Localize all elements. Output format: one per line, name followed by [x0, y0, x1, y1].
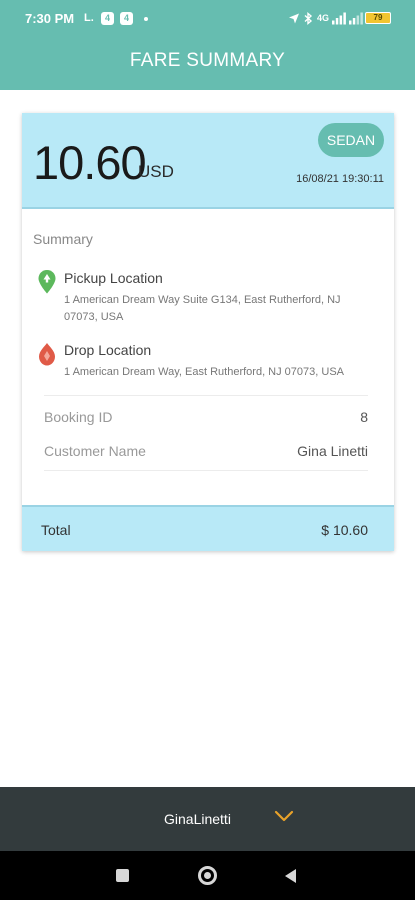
customer-name-row: Customer Name Gina Linetti — [44, 443, 368, 467]
fare-summary-card: 10.60 USD SEDAN 16/08/21 19:30:11 Summar… — [22, 113, 394, 551]
status-time: 7:30 PM — [25, 11, 75, 26]
signal-strength-icon — [332, 12, 346, 25]
system-navigation-bar — [0, 851, 415, 900]
pickup-address: 1 American Dream Way Suite G134, East Ru… — [64, 294, 341, 323]
booking-id-row: Booking ID 8 — [44, 409, 368, 433]
battery-icon: 79 — [365, 12, 391, 24]
status-bar: 7:30 PM L. 4 4 4G 79 — [0, 0, 415, 38]
user-name: GinaLinetti — [164, 811, 231, 827]
summary-heading: Summary — [33, 231, 93, 247]
trip-datetime: 16/08/21 19:30:11 — [296, 173, 384, 185]
location-arrow-icon — [289, 13, 299, 24]
drop-location-title: Drop Location — [64, 342, 152, 358]
signal-strength-icon — [349, 12, 363, 25]
bluetooth-icon — [304, 12, 313, 25]
chevron-down-icon[interactable] — [274, 809, 294, 823]
notification-icon: L. — [84, 12, 94, 24]
customer-name-value: Gina Linetti — [297, 443, 368, 459]
drop-pin-icon — [39, 343, 55, 366]
booking-id-value: 8 — [360, 409, 368, 425]
back-button[interactable] — [285, 869, 296, 883]
page-title: FARE SUMMARY — [129, 50, 286, 71]
drop-location: Drop Location 1 American Dream Way, East… — [38, 342, 388, 382]
more-notifications-dot-icon — [144, 17, 148, 21]
divider — [44, 470, 368, 471]
app-header: 7:30 PM L. 4 4 4G 79 FARE SUMMARY — [0, 0, 415, 90]
network-type-icon: 4G — [317, 13, 330, 23]
divider — [44, 395, 368, 396]
notification-icon: 4 — [120, 12, 133, 25]
drop-address: 1 American Dream Way, East Rutherford, N… — [64, 366, 345, 378]
total-value: $ 10.60 — [321, 522, 368, 538]
fare-amount: 10.60 — [33, 136, 147, 189]
car-type-badge: SEDAN — [318, 123, 384, 157]
pickup-location: Pickup Location 1 American Dream Way Sui… — [38, 270, 388, 330]
fare-header: 10.60 USD SEDAN 16/08/21 19:30:11 — [22, 113, 394, 209]
customer-name-label: Customer Name — [44, 443, 146, 459]
pickup-location-title: Pickup Location — [64, 270, 163, 286]
home-button[interactable] — [198, 866, 217, 885]
recent-apps-button[interactable] — [116, 869, 129, 882]
pickup-pin-icon — [38, 270, 56, 294]
fare-currency: USD — [138, 162, 174, 181]
user-bar[interactable]: GinaLinetti — [0, 787, 415, 851]
notification-icon: 4 — [101, 12, 114, 25]
booking-id-label: Booking ID — [44, 409, 113, 425]
total-row: Total $ 10.60 — [22, 505, 394, 551]
total-label: Total — [41, 522, 71, 538]
